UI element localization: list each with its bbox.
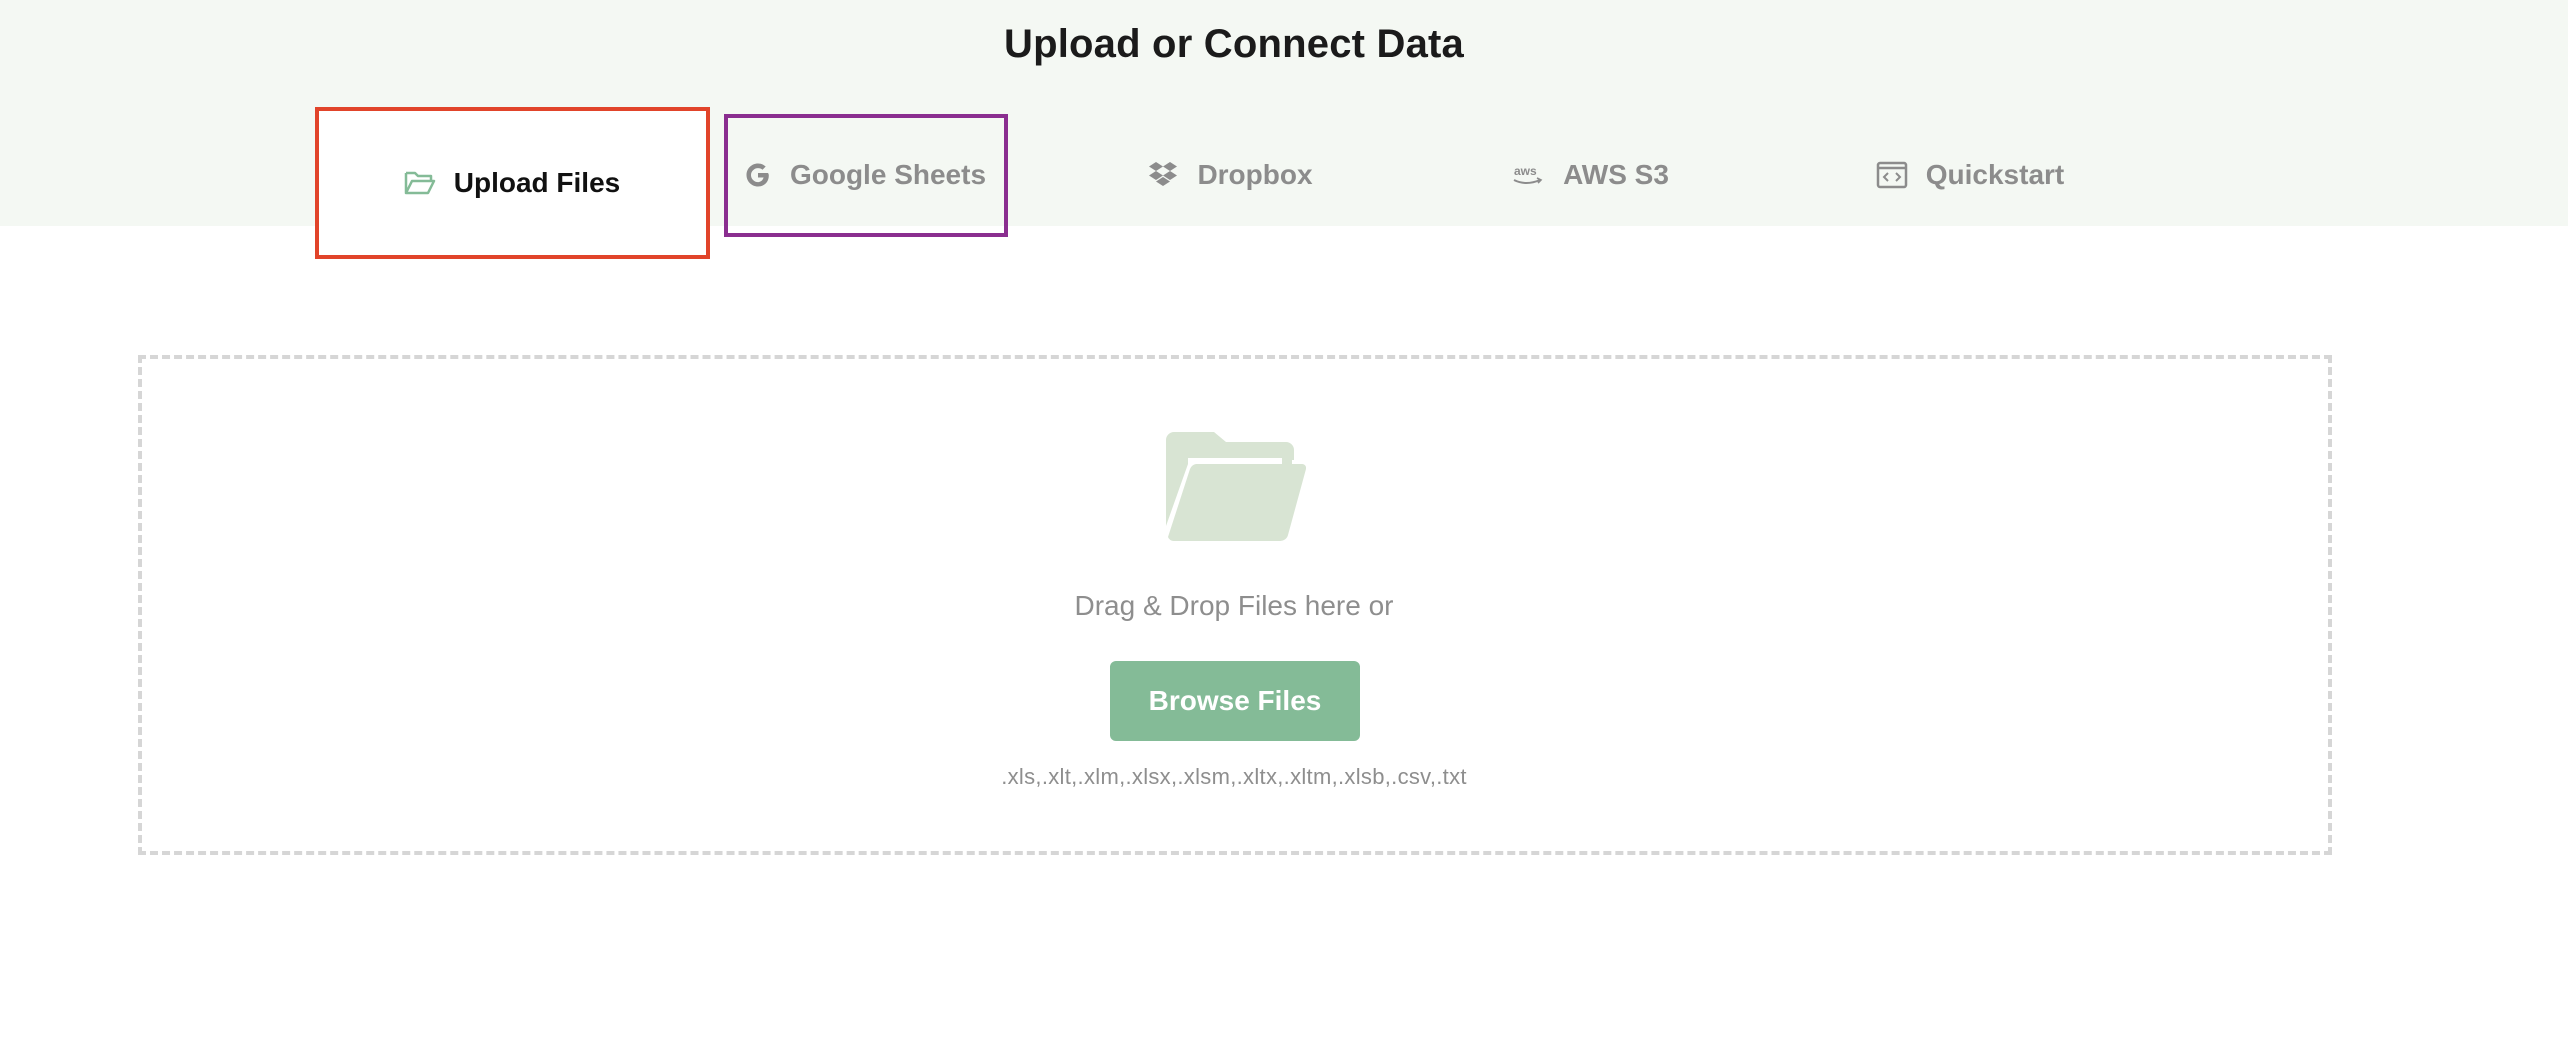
aws-icon: aws	[1511, 162, 1545, 188]
accepted-extensions: .xls,.xlt,.xlm,.xlsx,.xlsm,.xltx,.xltm,.…	[1001, 764, 1467, 789]
drag-drop-prompt: Drag & Drop Files here or	[1074, 590, 1394, 621]
upload-page: Upload or Connect Data Upload Files Goog…	[0, 0, 2568, 1060]
tab-dropbox[interactable]: Dropbox	[1120, 116, 1340, 234]
folder-open-icon	[1166, 432, 1307, 547]
tab-label: Upload Files	[453, 167, 621, 198]
svg-text:aws: aws	[1514, 164, 1537, 178]
code-icon	[1876, 160, 1908, 190]
tab-label: AWS S3	[1563, 159, 1669, 190]
browse-files-button[interactable]: Browse Files	[1110, 661, 1360, 741]
tab-aws-s3[interactable]: aws AWS S3	[1490, 116, 1690, 234]
tab-label: Google Sheets	[789, 159, 987, 190]
dropbox-icon	[1147, 161, 1179, 189]
tab-quickstart[interactable]: Quickstart	[1840, 116, 2100, 234]
tab-google-sheets[interactable]: Google Sheets	[726, 116, 1004, 234]
page-title: Upload or Connect Data	[1004, 22, 1464, 66]
tab-label: Dropbox	[1197, 159, 1313, 190]
google-icon	[744, 161, 772, 189]
tab-upload-files[interactable]: Upload Files	[316, 108, 708, 258]
folder-open-icon	[404, 169, 436, 197]
tab-label: Quickstart	[1925, 159, 2065, 190]
